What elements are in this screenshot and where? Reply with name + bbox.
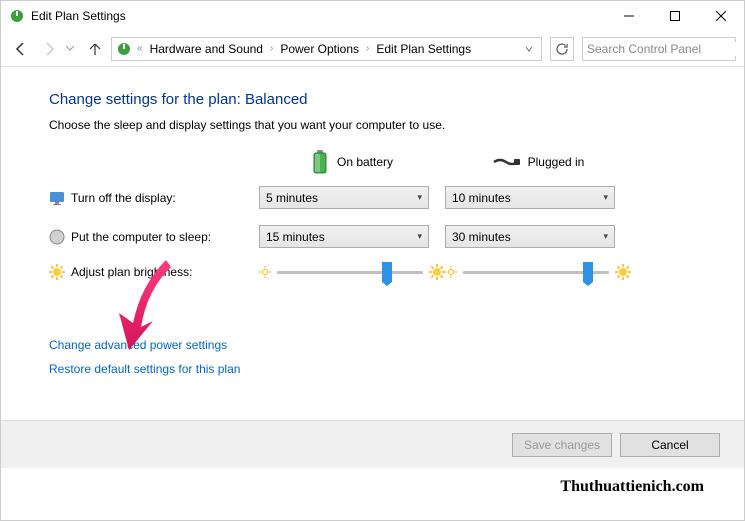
breadcrumb[interactable]: « Hardware and Sound › Power Options › E… bbox=[111, 37, 542, 61]
display-battery-dropdown[interactable]: 5 minutes ▾ bbox=[259, 186, 429, 209]
sleep-battery-dropdown[interactable]: 15 minutes ▾ bbox=[259, 225, 429, 248]
chevron-right-icon: › bbox=[363, 43, 372, 54]
breadcrumb-item[interactable]: Edit Plan Settings bbox=[374, 40, 473, 58]
power-options-icon bbox=[116, 41, 132, 57]
slider-track[interactable] bbox=[277, 271, 423, 274]
moon-icon bbox=[49, 229, 65, 245]
minimize-button[interactable] bbox=[606, 1, 652, 31]
brightness-plugged-slider[interactable] bbox=[445, 264, 631, 280]
slider-track[interactable] bbox=[463, 271, 609, 274]
watermark: Thuthuattienich.com bbox=[560, 478, 704, 496]
column-headers: On battery Plugged in bbox=[49, 150, 696, 174]
display-label: Turn off the display: bbox=[71, 191, 176, 205]
save-button[interactable]: Save changes bbox=[512, 433, 612, 457]
chevron-down-icon[interactable] bbox=[525, 42, 537, 56]
brightness-label: Adjust plan brightness: bbox=[71, 265, 192, 279]
chevron-left-icon: « bbox=[134, 43, 146, 54]
display-setting-row: Turn off the display: 5 minutes ▾ 10 min… bbox=[49, 186, 696, 209]
sleep-setting-row: Put the computer to sleep: 15 minutes ▾ … bbox=[49, 225, 696, 248]
close-button[interactable] bbox=[698, 1, 744, 31]
sun-dim-icon bbox=[259, 266, 271, 278]
sleep-plugged-dropdown[interactable]: 30 minutes ▾ bbox=[445, 225, 615, 248]
battery-icon bbox=[311, 150, 329, 174]
restore-defaults-link[interactable]: Restore default settings for this plan bbox=[49, 362, 696, 376]
breadcrumb-item[interactable]: Power Options bbox=[278, 40, 361, 58]
chevron-down-icon: ▾ bbox=[417, 192, 422, 203]
page-title: Change settings for the plan: Balanced bbox=[49, 91, 696, 108]
content: Change settings for the plan: Balanced C… bbox=[1, 67, 744, 376]
sun-dim-icon bbox=[445, 266, 457, 278]
brightness-setting-row: Adjust plan brightness: bbox=[49, 264, 696, 280]
search-input[interactable] bbox=[582, 37, 736, 61]
power-options-icon bbox=[9, 8, 25, 24]
plugged-column-header: Plugged in bbox=[445, 150, 631, 174]
page-subtitle: Choose the sleep and display settings th… bbox=[49, 118, 696, 132]
footer: Save changes Cancel bbox=[1, 420, 744, 468]
chevron-down-icon: ▾ bbox=[603, 192, 608, 203]
navbar: « Hardware and Sound › Power Options › E… bbox=[1, 31, 744, 67]
chevron-right-icon: › bbox=[267, 43, 276, 54]
battery-label: On battery bbox=[337, 155, 393, 169]
advanced-settings-link[interactable]: Change advanced power settings bbox=[49, 338, 696, 352]
monitor-icon bbox=[49, 190, 65, 206]
cancel-button[interactable]: Cancel bbox=[620, 433, 720, 457]
maximize-button[interactable] bbox=[652, 1, 698, 31]
search-field[interactable] bbox=[587, 42, 742, 56]
forward-button[interactable] bbox=[37, 37, 61, 61]
sun-bright-icon bbox=[615, 264, 631, 280]
links-section: Change advanced power settings Restore d… bbox=[49, 338, 696, 376]
slider-thumb[interactable] bbox=[583, 262, 593, 282]
battery-column-header: On battery bbox=[259, 150, 445, 174]
plug-icon bbox=[492, 156, 520, 168]
display-plugged-dropdown[interactable]: 10 minutes ▾ bbox=[445, 186, 615, 209]
window-title: Edit Plan Settings bbox=[31, 9, 606, 23]
up-button[interactable] bbox=[83, 37, 107, 61]
sun-icon bbox=[49, 264, 65, 280]
back-button[interactable] bbox=[9, 37, 33, 61]
refresh-button[interactable] bbox=[550, 37, 574, 61]
chevron-down-icon: ▾ bbox=[603, 231, 608, 242]
breadcrumb-item[interactable]: Hardware and Sound bbox=[148, 40, 265, 58]
history-dropdown[interactable] bbox=[65, 40, 79, 58]
sleep-label: Put the computer to sleep: bbox=[71, 230, 211, 244]
titlebar: Edit Plan Settings bbox=[1, 1, 744, 31]
plugged-label: Plugged in bbox=[528, 155, 585, 169]
sun-bright-icon bbox=[429, 264, 445, 280]
brightness-battery-slider[interactable] bbox=[259, 264, 445, 280]
slider-thumb[interactable] bbox=[382, 262, 392, 282]
chevron-down-icon: ▾ bbox=[417, 231, 422, 242]
